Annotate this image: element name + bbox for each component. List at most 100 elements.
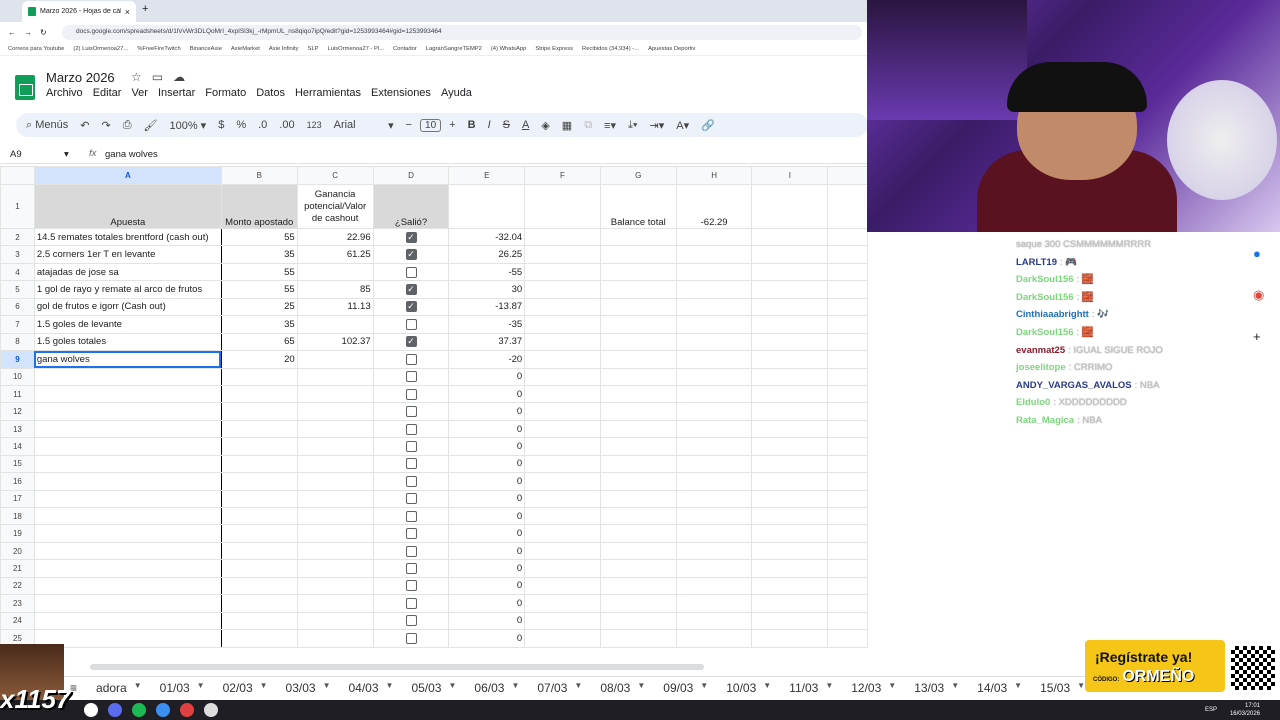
paint-format-icon[interactable]: 🖌	[144, 119, 158, 132]
cell-monto[interactable]: 35	[220, 315, 298, 334]
col-header[interactable]: F	[524, 166, 601, 185]
cell[interactable]	[751, 402, 829, 421]
cell-apuesta[interactable]	[33, 524, 222, 543]
sheet-tab[interactable]: 15/03 ▼	[1031, 681, 1085, 695]
cell[interactable]	[827, 245, 868, 264]
sheet-menu-icon[interactable]: ▼	[323, 681, 331, 695]
cell[interactable]	[675, 419, 753, 439]
bookmark-item[interactable]: BinanceAxie	[190, 46, 222, 52]
row-number[interactable]: 7	[0, 315, 35, 334]
checkbox[interactable]	[405, 475, 417, 487]
cell[interactable]	[599, 524, 677, 543]
cell-salio[interactable]: ✓	[372, 332, 450, 352]
cell-ganancia[interactable]	[296, 629, 374, 648]
cell[interactable]	[675, 576, 753, 596]
menu-item[interactable]: Archivo	[46, 87, 83, 99]
search-menus-button[interactable]: ⌕ Menús	[26, 119, 68, 132]
cell-salio[interactable]	[372, 367, 450, 386]
cell-balance[interactable]: -35	[448, 315, 526, 334]
name-box-dropdown-icon[interactable]: ▾	[64, 149, 69, 160]
cell[interactable]	[751, 280, 829, 299]
bookmark-item[interactable]: LuisOrmenoa27 - Pl...	[328, 46, 384, 52]
cell-apuesta[interactable]	[33, 594, 222, 613]
sheet-menu-icon[interactable]: ▼	[637, 681, 645, 695]
col-header[interactable]	[827, 166, 868, 185]
cell-ganancia[interactable]	[296, 454, 374, 474]
cell-ganancia[interactable]	[296, 350, 374, 369]
checkbox[interactable]	[405, 545, 417, 557]
cell[interactable]	[599, 384, 677, 404]
cell-ganancia[interactable]	[296, 611, 374, 631]
cell[interactable]	[827, 315, 868, 334]
cell[interactable]	[751, 594, 829, 613]
cell[interactable]	[827, 454, 868, 474]
menu-item[interactable]: Editar	[93, 87, 122, 99]
checkbox[interactable]: ✓	[405, 336, 417, 348]
cell-balance[interactable]: -32.04	[448, 227, 526, 247]
cell-monto[interactable]	[220, 541, 298, 561]
cell[interactable]	[675, 280, 753, 299]
sheet-tab[interactable]: 04/03 ▼	[340, 681, 403, 695]
cell-salio[interactable]	[372, 524, 450, 543]
sheet-tab[interactable]: adora ▼	[87, 681, 151, 695]
cell[interactable]	[599, 454, 677, 474]
bookmark-item[interactable]: SLP	[308, 46, 319, 52]
cell-monto[interactable]	[220, 437, 298, 456]
cell[interactable]	[827, 280, 868, 299]
col-header[interactable]: D	[372, 166, 450, 185]
cell-balance[interactable]: 0	[448, 454, 526, 474]
cell[interactable]	[827, 524, 868, 543]
cell[interactable]	[524, 541, 601, 561]
italic-icon[interactable]: I	[488, 119, 491, 131]
cell[interactable]	[751, 524, 829, 543]
cell-salio[interactable]: ✓	[372, 245, 450, 264]
cell[interactable]	[675, 472, 753, 491]
cell[interactable]	[675, 524, 753, 543]
cell[interactable]	[751, 332, 829, 352]
cell[interactable]	[675, 611, 753, 631]
col-header[interactable]: C	[296, 166, 374, 185]
cell[interactable]	[675, 384, 753, 404]
cell-ganancia[interactable]	[296, 506, 374, 526]
cell[interactable]	[599, 559, 677, 578]
url-input[interactable]: docs.google.com/spreadsheets/d/1lVvWr3DL…	[62, 25, 862, 40]
cell-apuesta[interactable]	[33, 437, 222, 456]
cell[interactable]	[751, 419, 829, 439]
cell-salio[interactable]	[372, 402, 450, 421]
row-number[interactable]: 8	[0, 332, 35, 352]
forward-icon[interactable]: →	[24, 28, 32, 37]
sheet-tab[interactable]: 09/03 ▼	[654, 681, 717, 695]
cell[interactable]	[827, 506, 868, 526]
sheet-tab[interactable]: 11/03 ▼	[780, 681, 842, 695]
cell-ganancia[interactable]: 102.37	[296, 332, 374, 352]
cell-balance[interactable]: 0	[448, 472, 526, 491]
cell-ganancia[interactable]	[296, 489, 374, 509]
cell-apuesta[interactable]: 14.5 remates totales brentford (cash out…	[33, 227, 222, 247]
row-number[interactable]: 5	[0, 280, 35, 299]
cell-balance[interactable]: -20	[448, 350, 526, 369]
checkbox[interactable]	[405, 493, 417, 505]
cell[interactable]	[827, 297, 868, 317]
font-select[interactable]: Arial ▾	[334, 119, 394, 132]
cell[interactable]	[524, 280, 601, 299]
cell-ganancia[interactable]	[296, 315, 374, 334]
cell-apuesta[interactable]	[33, 419, 222, 439]
chrome-icon[interactable]	[180, 703, 194, 717]
checkbox[interactable]: ✓	[405, 284, 417, 296]
cell-balance[interactable]: 0	[448, 576, 526, 596]
sheet-menu-icon[interactable]: ▼	[134, 681, 142, 695]
sheet-tab[interactable]: 05/03 ▼	[402, 681, 465, 695]
cell-balance[interactable]: 0	[448, 594, 526, 613]
cell[interactable]	[827, 332, 868, 352]
cell-monto[interactable]	[220, 402, 298, 421]
row-number[interactable]: 11	[0, 384, 35, 404]
cell[interactable]	[827, 559, 868, 578]
cell-monto[interactable]: 65	[220, 332, 298, 352]
checkbox[interactable]	[405, 615, 417, 627]
cell[interactable]	[827, 184, 868, 229]
menu-item[interactable]: Ver	[131, 87, 148, 99]
cell-apuesta[interactable]	[33, 541, 222, 561]
cell[interactable]	[751, 454, 829, 474]
checkbox[interactable]	[405, 371, 417, 383]
cell-apuesta[interactable]: gol de frutos e igorr (Cash out)	[33, 297, 222, 317]
